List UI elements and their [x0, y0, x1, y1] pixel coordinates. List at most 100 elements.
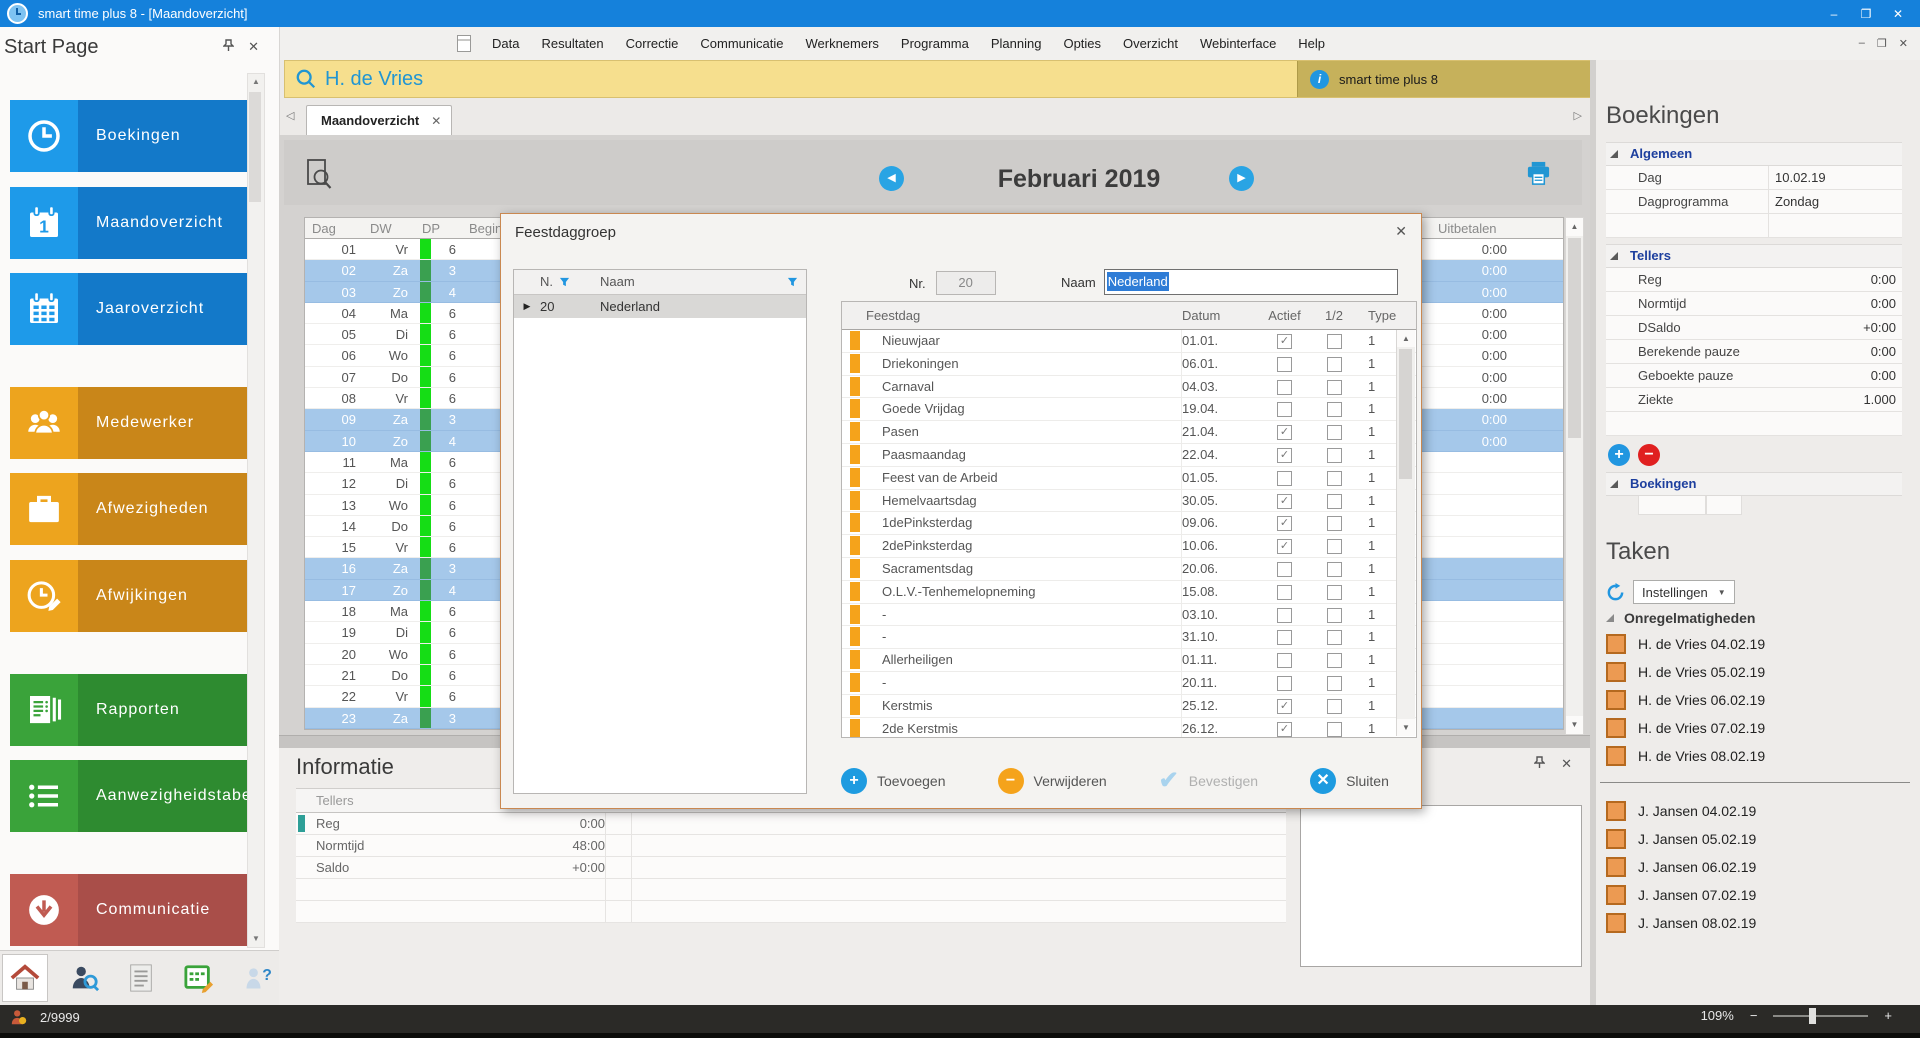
holiday-row[interactable]: O.L.V.-Tenhemelopneming 15.08. 1 — [842, 581, 1416, 604]
tab-close-icon[interactable]: ✕ — [431, 114, 441, 128]
next-month-icon[interactable]: ▶ — [1229, 166, 1254, 191]
sidebar-item-rapporten[interactable]: Rapporten — [10, 674, 247, 746]
half-checkbox[interactable] — [1327, 539, 1342, 554]
col-dag[interactable]: Dag — [305, 218, 363, 238]
task-item[interactable]: H. de Vries 05.02.19 — [1606, 662, 1765, 682]
holiday-row[interactable]: - 03.10. 1 — [842, 604, 1416, 627]
property-row[interactable]: Dag 10.02.19 — [1606, 166, 1902, 190]
sidebar-item-jaaroverzicht[interactable]: Jaaroverzicht — [10, 273, 247, 345]
task-item[interactable]: J. Jansen 06.02.19 — [1606, 857, 1756, 877]
scrollbar-thumb[interactable] — [1568, 238, 1581, 438]
menu-werknemers[interactable]: Werknemers — [794, 27, 889, 60]
holiday-row[interactable]: Nieuwjaar 01.01. 1 — [842, 330, 1416, 353]
zoom-slider[interactable] — [1773, 1015, 1868, 1017]
section-onregelmatigheden[interactable]: Onregelmatigheden — [1606, 610, 1755, 626]
half-checkbox[interactable] — [1327, 494, 1342, 509]
col-type[interactable]: Type — [1356, 302, 1416, 329]
tab-maandoverzicht[interactable]: Maandoverzicht ✕ — [306, 105, 452, 135]
sidebar-item-afwijkingen[interactable]: Afwijkingen — [10, 560, 247, 632]
task-item[interactable]: H. de Vries 06.02.19 — [1606, 690, 1765, 710]
holiday-row[interactable]: - 31.10. 1 — [842, 626, 1416, 649]
scrollbar-thumb[interactable] — [249, 92, 261, 202]
half-checkbox[interactable] — [1327, 585, 1342, 600]
holiday-row[interactable]: Sacramentsdag 20.06. 1 — [842, 558, 1416, 581]
actief-checkbox[interactable] — [1277, 516, 1292, 531]
actief-checkbox[interactable] — [1277, 653, 1292, 668]
col-datum[interactable]: Datum — [1182, 302, 1257, 329]
section-tellers[interactable]: Tellers — [1606, 244, 1902, 268]
task-item[interactable]: H. de Vries 07.02.19 — [1606, 718, 1765, 738]
mdi-document-icon[interactable] — [457, 35, 471, 52]
menu-data[interactable]: Data — [481, 27, 530, 60]
minimize-icon[interactable]: – — [1820, 4, 1848, 24]
half-checkbox[interactable] — [1327, 402, 1342, 417]
maximize-icon[interactable]: ❐ — [1852, 4, 1880, 24]
half-checkbox[interactable] — [1327, 699, 1342, 714]
menu-programma[interactable]: Programma — [890, 27, 980, 60]
half-checkbox[interactable] — [1327, 425, 1342, 440]
help-icon[interactable]: ? — [235, 955, 279, 1001]
teller-property-row[interactable]: Ziekte 1.000 — [1606, 388, 1902, 412]
teller-property-row[interactable]: Berekende pauze 0:00 — [1606, 340, 1902, 364]
collapse-icon[interactable] — [1610, 252, 1618, 260]
refresh-icon[interactable] — [1606, 583, 1625, 602]
col-dp[interactable]: DP — [415, 218, 462, 238]
col-half[interactable]: 1/2 — [1312, 302, 1356, 329]
actief-checkbox[interactable] — [1277, 448, 1292, 463]
mdi-restore-icon[interactable]: ❐ — [1877, 37, 1887, 50]
holiday-row[interactable]: Allerheiligen 01.11. 1 — [842, 649, 1416, 672]
actief-checkbox[interactable] — [1277, 539, 1292, 554]
section-boekingen[interactable]: Boekingen — [1606, 472, 1902, 496]
half-checkbox[interactable] — [1327, 334, 1342, 349]
zoom-in-icon[interactable]: + — [1884, 1008, 1892, 1023]
task-item[interactable]: J. Jansen 08.02.19 — [1606, 913, 1756, 933]
mdi-minimize-icon[interactable]: – — [1859, 37, 1865, 50]
previous-month-icon[interactable]: ◀ — [879, 166, 904, 191]
collapse-icon[interactable] — [1610, 480, 1618, 488]
actief-checkbox[interactable] — [1277, 494, 1292, 509]
actief-checkbox[interactable] — [1277, 676, 1292, 691]
sidebar-item-medewerker[interactable]: Medewerker — [10, 387, 247, 459]
pin-icon[interactable] — [1534, 756, 1545, 769]
section-algemeen[interactable]: Algemeen — [1606, 142, 1902, 166]
half-checkbox[interactable] — [1327, 653, 1342, 668]
actief-checkbox[interactable] — [1277, 334, 1292, 349]
half-checkbox[interactable] — [1327, 608, 1342, 623]
tab-scroll-right-icon[interactable]: ▷ — [1574, 109, 1582, 122]
sidebar-item-maandoverzicht[interactable]: 1 Maandoverzicht — [10, 187, 247, 259]
holiday-row[interactable]: Pasen 21.04. 1 — [842, 421, 1416, 444]
document-list-icon[interactable] — [120, 955, 164, 1001]
calendar-edit-icon[interactable] — [177, 955, 221, 1001]
search-input[interactable]: H. de Vries — [325, 68, 423, 91]
menu-overzicht[interactable]: Overzicht — [1112, 27, 1189, 60]
scroll-down-icon[interactable]: ▼ — [248, 931, 264, 947]
holiday-row[interactable]: Goede Vrijdag 19.04. 1 — [842, 398, 1416, 421]
actief-checkbox[interactable] — [1277, 425, 1292, 440]
half-checkbox[interactable] — [1327, 722, 1342, 737]
half-checkbox[interactable] — [1327, 448, 1342, 463]
print-icon[interactable] — [1525, 160, 1552, 187]
scrollbar-thumb[interactable] — [1399, 349, 1412, 479]
close-icon[interactable]: ✕ — [1884, 4, 1912, 24]
col-dw[interactable]: DW — [363, 218, 415, 238]
scroll-up-icon[interactable]: ▲ — [248, 74, 264, 90]
sidebar-item-aanwezigheidstabel[interactable]: Aanwezigheidstabel — [10, 760, 247, 832]
col-actief[interactable]: Actief — [1257, 302, 1312, 329]
tab-scroll-left-icon[interactable]: ◁ — [286, 109, 294, 122]
task-item[interactable]: J. Jansen 04.02.19 — [1606, 801, 1756, 821]
holiday-row[interactable]: - 20.11. 1 — [842, 672, 1416, 695]
collapse-icon[interactable] — [1606, 614, 1614, 622]
task-item[interactable]: H. de Vries 08.02.19 — [1606, 746, 1765, 766]
half-checkbox[interactable] — [1327, 516, 1342, 531]
teller-row[interactable]: Normtijd 48:00 — [296, 835, 1286, 857]
informatie-close-icon[interactable]: ✕ — [1561, 756, 1572, 772]
half-checkbox[interactable] — [1327, 357, 1342, 372]
collapse-icon[interactable] — [1610, 150, 1618, 158]
teller-property-row[interactable]: Reg 0:00 — [1606, 268, 1902, 292]
actief-checkbox[interactable] — [1277, 562, 1292, 577]
scroll-down-icon[interactable]: ▼ — [1566, 716, 1583, 734]
holiday-row[interactable]: Feest van de Arbeid 01.05. 1 — [842, 467, 1416, 490]
home-icon[interactable] — [2, 954, 48, 1002]
menu-planning[interactable]: Planning — [980, 27, 1053, 60]
col-uitbetalen[interactable]: Uitbetalen — [1431, 218, 1514, 238]
